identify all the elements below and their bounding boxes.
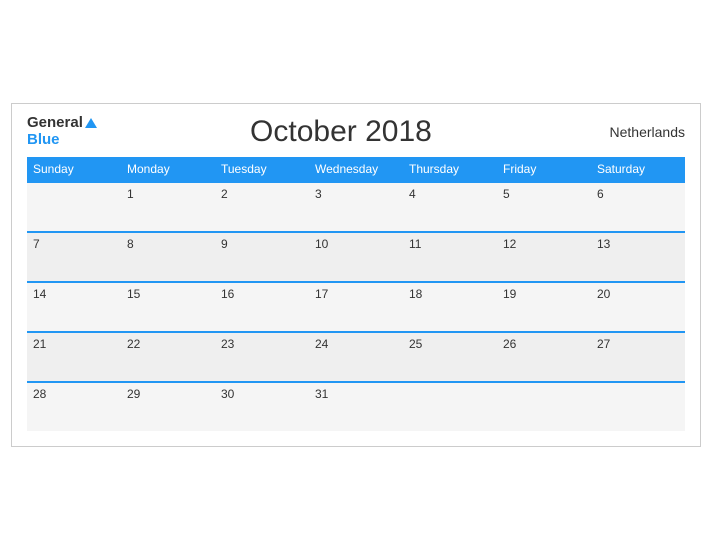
calendar-day: 15: [121, 282, 215, 332]
calendar-day: 11: [403, 232, 497, 282]
calendar-day: 7: [27, 232, 121, 282]
logo-text: General: [27, 114, 97, 132]
week-row-2: 78910111213: [27, 232, 685, 282]
week-row-1: 123456: [27, 182, 685, 232]
weekday-header-monday: Monday: [121, 157, 215, 182]
calendar-day: 31: [309, 382, 403, 431]
logo: General Blue: [27, 114, 97, 148]
logo-general: General: [27, 114, 83, 131]
calendar-day: 5: [497, 182, 591, 232]
calendar-day: 18: [403, 282, 497, 332]
calendar-day: 6: [591, 182, 685, 232]
week-row-5: 28293031: [27, 382, 685, 431]
calendar-day: 26: [497, 332, 591, 382]
calendar-day: 24: [309, 332, 403, 382]
weekday-header-sunday: Sunday: [27, 157, 121, 182]
calendar-day: 28: [27, 382, 121, 431]
calendar-day: 27: [591, 332, 685, 382]
calendar-day: [27, 182, 121, 232]
calendar-day: 2: [215, 182, 309, 232]
calendar-day: 4: [403, 182, 497, 232]
logo-triangle-icon: [85, 118, 97, 128]
week-row-3: 14151617181920: [27, 282, 685, 332]
calendar-country: Netherlands: [585, 124, 685, 140]
calendar-container: General Blue October 2018 Netherlands Su…: [11, 103, 701, 446]
calendar-body: 1234567891011121314151617181920212223242…: [27, 182, 685, 431]
calendar-day: 23: [215, 332, 309, 382]
weekday-header-saturday: Saturday: [591, 157, 685, 182]
logo-blue: Blue: [27, 132, 97, 149]
calendar-day: [403, 382, 497, 431]
calendar-title: October 2018: [97, 115, 585, 149]
calendar-day: 21: [27, 332, 121, 382]
calendar-header: General Blue October 2018 Netherlands: [27, 114, 685, 148]
calendar-day: 19: [497, 282, 591, 332]
calendar-day: 25: [403, 332, 497, 382]
calendar-day: [497, 382, 591, 431]
calendar-day: 20: [591, 282, 685, 332]
calendar-day: 17: [309, 282, 403, 332]
calendar-day: 16: [215, 282, 309, 332]
calendar-day: 1: [121, 182, 215, 232]
calendar-day: 12: [497, 232, 591, 282]
calendar-day: 14: [27, 282, 121, 332]
weekday-header-tuesday: Tuesday: [215, 157, 309, 182]
weekday-header-friday: Friday: [497, 157, 591, 182]
weekday-header-wednesday: Wednesday: [309, 157, 403, 182]
weekday-header-row: SundayMondayTuesdayWednesdayThursdayFrid…: [27, 157, 685, 182]
calendar-day: 8: [121, 232, 215, 282]
calendar-day: 3: [309, 182, 403, 232]
calendar-day: 22: [121, 332, 215, 382]
weekday-header-thursday: Thursday: [403, 157, 497, 182]
calendar-table: SundayMondayTuesdayWednesdayThursdayFrid…: [27, 157, 685, 431]
calendar-day: [591, 382, 685, 431]
calendar-day: 9: [215, 232, 309, 282]
calendar-day: 13: [591, 232, 685, 282]
calendar-day: 10: [309, 232, 403, 282]
week-row-4: 21222324252627: [27, 332, 685, 382]
calendar-day: 30: [215, 382, 309, 431]
calendar-day: 29: [121, 382, 215, 431]
